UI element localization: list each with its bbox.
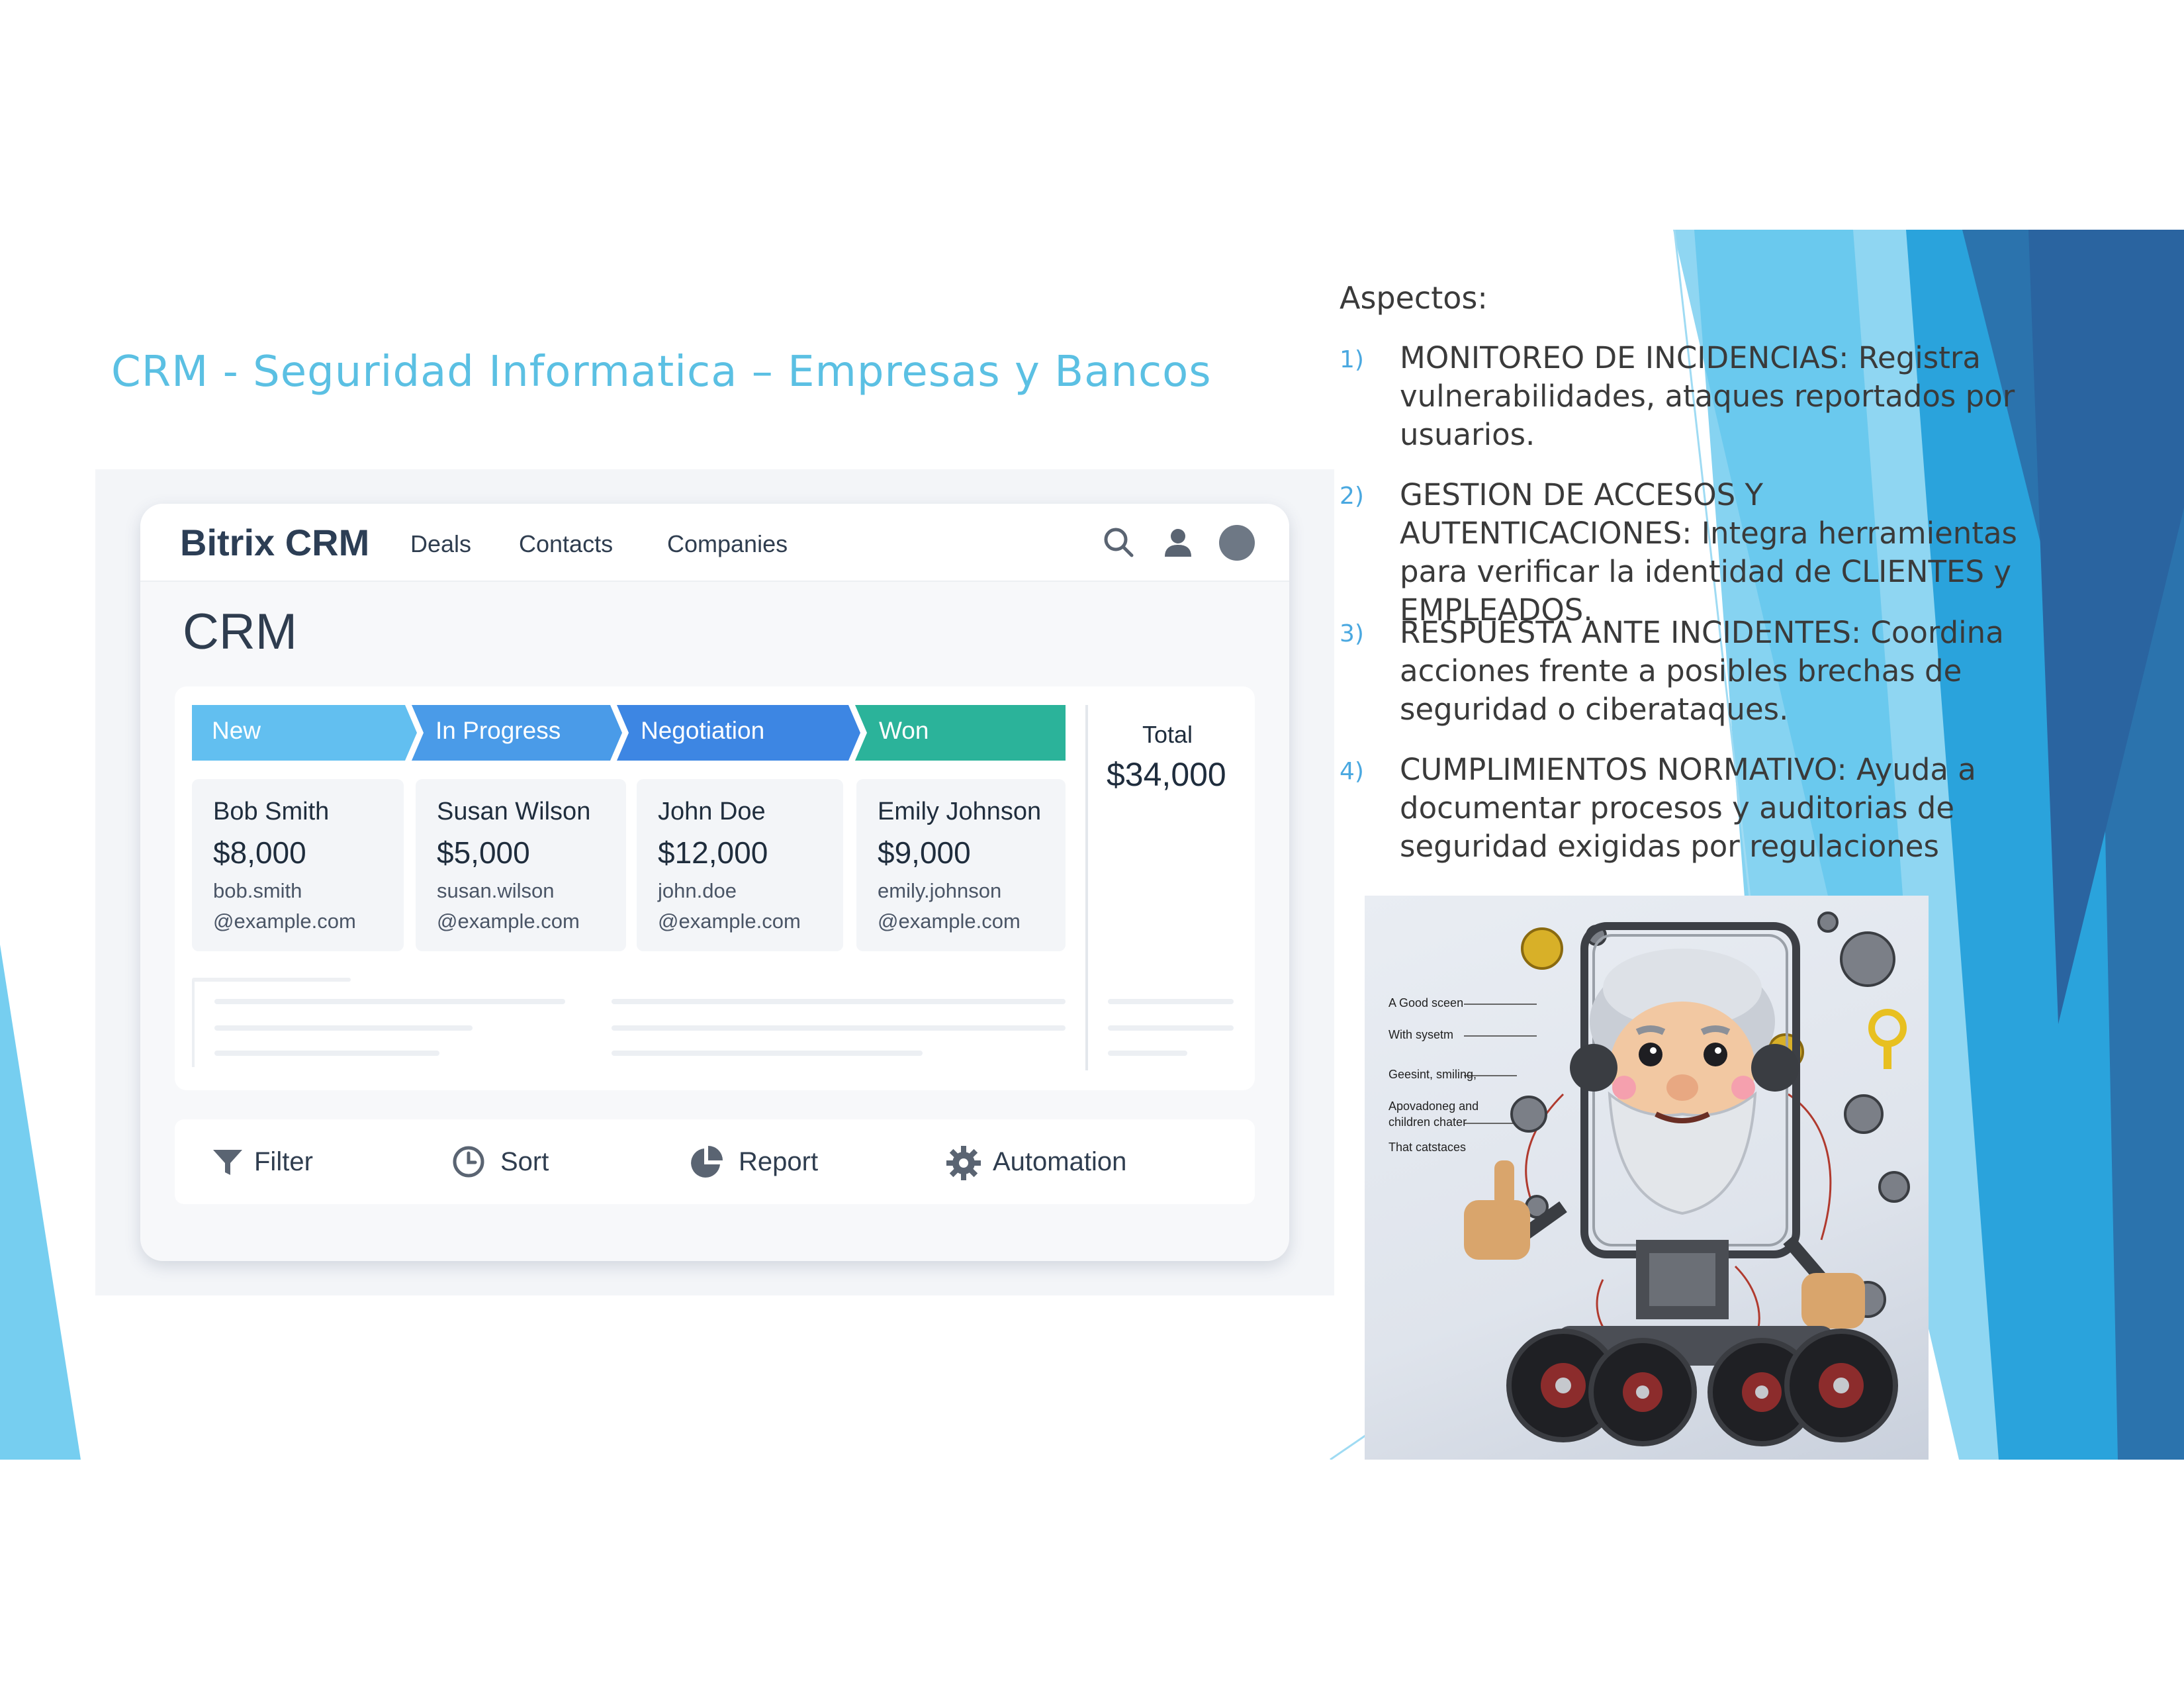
robot-label: A Good sceen — [1388, 996, 1464, 1009]
robot-label: Geesint, smiling, — [1388, 1068, 1477, 1081]
clock-icon — [453, 1146, 484, 1178]
total-value: $34,000 — [1107, 756, 1226, 793]
crm-window: Bitrix CRM Deals Contacts Companies CRM — [140, 504, 1289, 1261]
aspect-number: 2) — [1340, 483, 1364, 510]
filter-icon — [213, 1150, 242, 1175]
robot-label: children chater — [1388, 1115, 1467, 1129]
aspect-number: 3) — [1340, 620, 1364, 647]
crm-logo: Bitrix CRM — [180, 522, 370, 563]
pie-chart-icon — [691, 1146, 723, 1178]
nav-companies[interactable]: Companies — [667, 530, 788, 558]
robot-label: Apovadoneg and — [1388, 1100, 1479, 1113]
slide-title: CRM - Seguridad Informatica – Empresas y… — [111, 348, 1212, 397]
crm-screenshot-panel: Bitrix CRM Deals Contacts Companies CRM — [95, 469, 1334, 1295]
aspect-text: MONITOREO DE INCIDENCIAS: Registra vulne… — [1400, 340, 2015, 452]
aspect-text: GESTION DE ACCESOS Y AUTENTICACIONES: In… — [1400, 477, 2017, 628]
nav-contacts[interactable]: Contacts — [519, 530, 613, 558]
aspect-text: RESPUESTA ANTE INCIDENTES: Coordina acci… — [1400, 615, 2004, 727]
filter-button[interactable]: Filter — [210, 1145, 356, 1179]
filter-label: Filter — [254, 1147, 313, 1176]
user-icon[interactable] — [1160, 524, 1197, 561]
deal-pipeline: New In Progress Negotiation Won Bob Smit… — [175, 686, 1255, 1090]
robot-illustration: A Good sceen With sysetm Geesint, smilin… — [1365, 896, 1929, 1460]
aspects-heading: Aspectos: — [1340, 280, 1488, 316]
robot-drawing — [1464, 912, 1910, 1446]
automation-label: Automation — [993, 1147, 1127, 1176]
nav-deals[interactable]: Deals — [410, 530, 471, 558]
bg-shape-left — [0, 945, 81, 1460]
sort-label: Sort — [500, 1147, 549, 1176]
robot-label: That catstaces — [1388, 1141, 1467, 1154]
automation-button[interactable]: Automation — [945, 1145, 1163, 1180]
report-button[interactable]: Report — [688, 1145, 854, 1179]
crm-toolbar: Filter Sort Report Automation — [175, 1119, 1255, 1204]
aspect-number: 4) — [1340, 758, 1364, 785]
crm-heading: CRM — [183, 604, 298, 660]
gear-icon — [946, 1146, 981, 1180]
presentation-slide: CRM - Seguridad Informatica – Empresas y… — [0, 230, 2184, 1460]
aspect-text: CUMPLIMIENTOS NORMATIVO: Ayuda a documen… — [1400, 752, 1976, 864]
search-icon[interactable] — [1100, 524, 1137, 561]
sort-button[interactable]: Sort — [451, 1145, 584, 1179]
crm-navbar: Bitrix CRM Deals Contacts Companies — [140, 504, 1289, 582]
avatar[interactable] — [1218, 524, 1256, 562]
aspect-number: 1) — [1340, 346, 1364, 373]
robot-label: With sysetm — [1388, 1028, 1454, 1041]
total-label: Total — [1142, 721, 1193, 748]
placeholder-lines — [192, 705, 1234, 1070]
report-label: Report — [739, 1147, 819, 1176]
